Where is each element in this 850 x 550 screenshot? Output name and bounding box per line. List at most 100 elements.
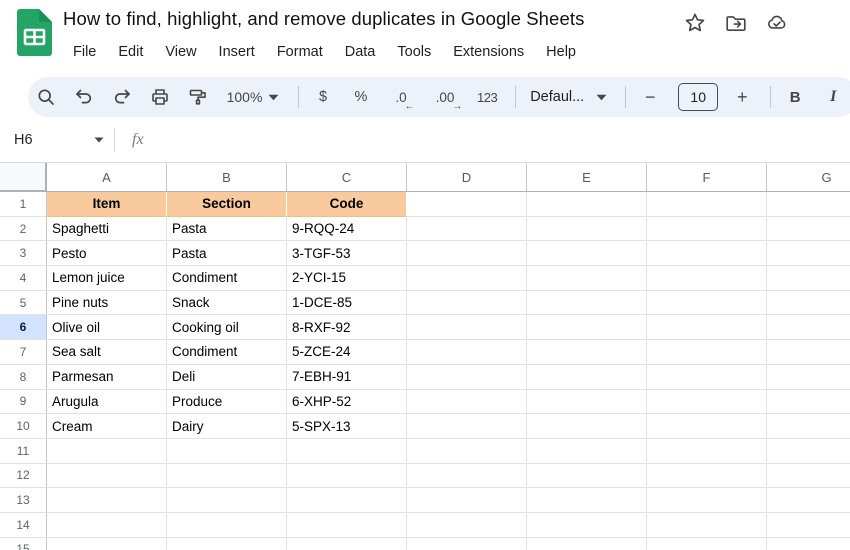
cell-D15[interactable] xyxy=(407,537,527,550)
cell-F13[interactable] xyxy=(647,488,767,513)
cell-B7[interactable]: Condiment xyxy=(167,340,287,365)
cell-B5[interactable]: Snack xyxy=(167,290,287,316)
name-box[interactable]: H6 xyxy=(0,132,104,148)
increase-font-size-button[interactable]: + xyxy=(732,83,752,111)
cell-D9[interactable] xyxy=(407,389,527,415)
cell-E10[interactable] xyxy=(527,414,647,439)
move-to-folder-icon[interactable] xyxy=(725,12,747,34)
cell-C10[interactable]: 5-SPX-13 xyxy=(287,414,407,439)
cell-B14[interactable] xyxy=(167,512,287,538)
italic-button[interactable]: I xyxy=(823,83,843,111)
cell-D5[interactable] xyxy=(407,290,527,316)
cell-C13[interactable] xyxy=(287,488,407,513)
cell-D10[interactable] xyxy=(407,414,527,439)
cell-A8[interactable]: Parmesan xyxy=(47,364,167,390)
column-header-A[interactable]: A xyxy=(47,163,167,192)
cloud-saved-icon[interactable] xyxy=(766,12,788,34)
cell-E3[interactable] xyxy=(527,241,647,267)
cell-B11[interactable] xyxy=(167,438,287,464)
cell-A3[interactable]: Pesto xyxy=(47,241,167,267)
cell-B8[interactable]: Deli xyxy=(167,364,287,390)
row-header-13[interactable]: 13 xyxy=(0,488,47,513)
cell-F1[interactable] xyxy=(647,192,767,217)
row-header-1[interactable]: 1 xyxy=(0,192,47,217)
cell-C2[interactable]: 9-RQQ-24 xyxy=(287,216,407,242)
google-sheets-logo-icon[interactable] xyxy=(17,9,52,56)
cell-C8[interactable]: 7-EBH-91 xyxy=(287,364,407,390)
cell-F4[interactable] xyxy=(647,266,767,291)
menu-item-data[interactable]: Data xyxy=(334,39,387,65)
cell-B6[interactable]: Cooking oil xyxy=(167,315,287,341)
cell-A15[interactable] xyxy=(47,537,167,550)
cell-G14[interactable] xyxy=(767,512,850,538)
cell-F10[interactable] xyxy=(647,414,767,439)
menu-item-help[interactable]: Help xyxy=(535,39,587,65)
cell-A7[interactable]: Sea salt xyxy=(47,340,167,365)
menu-item-file[interactable]: File xyxy=(62,39,107,65)
row-header-12[interactable]: 12 xyxy=(0,463,47,489)
menu-item-insert[interactable]: Insert xyxy=(208,39,266,65)
cell-A6[interactable]: Olive oil xyxy=(47,315,167,341)
select-all-corner[interactable] xyxy=(0,163,47,192)
cell-C6[interactable]: 8-RXF-92 xyxy=(287,315,407,341)
cell-B3[interactable]: Pasta xyxy=(167,241,287,267)
column-header-F[interactable]: F xyxy=(647,163,767,192)
search-icon[interactable] xyxy=(36,83,56,111)
cell-B13[interactable] xyxy=(167,488,287,513)
cell-B4[interactable]: Condiment xyxy=(167,266,287,291)
cell-E2[interactable] xyxy=(527,216,647,242)
cell-A11[interactable] xyxy=(47,438,167,464)
row-header-2[interactable]: 2 xyxy=(0,216,47,242)
font-size-input[interactable]: 10 xyxy=(678,83,719,111)
column-header-E[interactable]: E xyxy=(527,163,647,192)
menu-item-extensions[interactable]: Extensions xyxy=(442,39,535,65)
cell-F7[interactable] xyxy=(647,340,767,365)
cell-G12[interactable] xyxy=(767,463,850,489)
cell-B12[interactable] xyxy=(167,463,287,489)
cell-G8[interactable] xyxy=(767,364,850,390)
cell-E5[interactable] xyxy=(527,290,647,316)
print-icon[interactable] xyxy=(150,83,170,111)
bold-button[interactable]: B xyxy=(785,83,805,111)
document-title[interactable]: How to find, highlight, and remove dupli… xyxy=(63,8,584,34)
menu-item-edit[interactable]: Edit xyxy=(107,39,154,65)
cell-D11[interactable] xyxy=(407,438,527,464)
cell-F12[interactable] xyxy=(647,463,767,489)
cell-C1[interactable]: Code xyxy=(287,192,407,217)
cell-D4[interactable] xyxy=(407,266,527,291)
menu-item-tools[interactable]: Tools xyxy=(386,39,442,65)
cell-G13[interactable] xyxy=(767,488,850,513)
cell-G5[interactable] xyxy=(767,290,850,316)
cell-A10[interactable]: Cream xyxy=(47,414,167,439)
cell-G4[interactable] xyxy=(767,266,850,291)
cell-B1[interactable]: Section xyxy=(167,192,287,217)
cell-D14[interactable] xyxy=(407,512,527,538)
cell-E1[interactable] xyxy=(527,192,647,217)
cell-F9[interactable] xyxy=(647,389,767,415)
decrease-decimal-button[interactable]: .0 ← xyxy=(389,83,414,112)
cell-C5[interactable]: 1-DCE-85 xyxy=(287,290,407,316)
cell-E15[interactable] xyxy=(527,537,647,550)
cell-A1[interactable]: Item xyxy=(47,192,167,217)
row-header-14[interactable]: 14 xyxy=(0,512,47,538)
cell-G7[interactable] xyxy=(767,340,850,365)
cell-C12[interactable] xyxy=(287,463,407,489)
increase-decimal-button[interactable]: .00 → xyxy=(431,83,463,112)
cell-E14[interactable] xyxy=(527,512,647,538)
cell-B2[interactable]: Pasta xyxy=(167,216,287,242)
cell-D7[interactable] xyxy=(407,340,527,365)
cell-E6[interactable] xyxy=(527,315,647,341)
cell-E8[interactable] xyxy=(527,364,647,390)
menu-item-view[interactable]: View xyxy=(154,39,207,65)
cell-G1[interactable] xyxy=(767,192,850,217)
cell-G11[interactable] xyxy=(767,438,850,464)
cell-B15[interactable] xyxy=(167,537,287,550)
cell-A5[interactable]: Pine nuts xyxy=(47,290,167,316)
cell-G2[interactable] xyxy=(767,216,850,242)
cell-C7[interactable]: 5-ZCE-24 xyxy=(287,340,407,365)
cell-G6[interactable] xyxy=(767,315,850,341)
cell-C15[interactable] xyxy=(287,537,407,550)
row-header-15[interactable]: 15 xyxy=(0,537,47,550)
cell-C11[interactable] xyxy=(287,438,407,464)
cell-D3[interactable] xyxy=(407,241,527,267)
